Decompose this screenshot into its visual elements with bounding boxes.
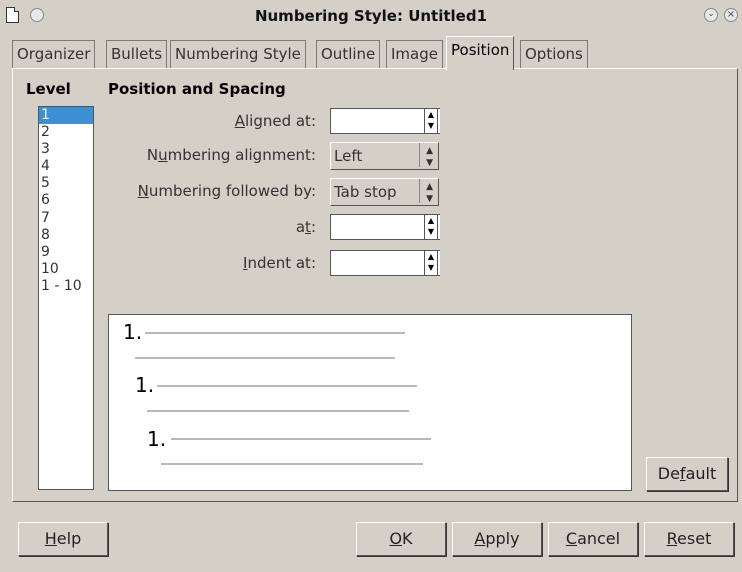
level-item-3[interactable]: 3 <box>39 141 93 158</box>
level-item-1[interactable]: 1 <box>39 107 93 125</box>
tab-outline[interactable]: Outline <box>316 40 381 68</box>
default-button[interactable]: Default <box>646 457 728 491</box>
tab-bullets[interactable]: Bullets <box>106 40 168 68</box>
indent-at-stepper[interactable]: ▲ ▼ <box>424 250 438 276</box>
cancel-button[interactable]: Cancel <box>548 522 638 556</box>
apply-button[interactable]: Apply <box>452 522 542 556</box>
preview-number-3: 1. <box>147 427 167 451</box>
at-label: at: <box>295 218 316 236</box>
level-item-8[interactable]: 8 <box>39 227 93 244</box>
preview-line <box>171 438 431 440</box>
numbering-followed-by-label: Numbering followed by: <box>137 182 316 200</box>
tab-image[interactable]: Image <box>386 40 443 68</box>
help-button[interactable]: Help <box>18 522 108 556</box>
at-stepper[interactable]: ▲ ▼ <box>424 214 438 240</box>
level-list[interactable]: 1 2 3 4 5 6 7 8 9 10 1 - 10 <box>38 106 94 490</box>
preview-number-1: 1. <box>123 320 143 344</box>
tab-numbering-style[interactable]: Numbering Style <box>170 40 306 68</box>
indent-at-label: Indent at: <box>243 254 316 272</box>
preview-line <box>157 385 417 387</box>
numbering-alignment-label: Numbering alignment: <box>146 146 316 164</box>
select-arrows-icon: ▲ ▼ <box>419 179 433 204</box>
close-icon[interactable]: × <box>724 8 738 22</box>
level-item-5[interactable]: 5 <box>39 175 93 192</box>
window-title: Numbering Style: Untitled1 <box>254 7 488 25</box>
level-item-10[interactable]: 10 <box>39 261 93 278</box>
reset-button[interactable]: Reset <box>644 522 734 556</box>
aligned-at-stepper[interactable]: ▲ ▼ <box>424 108 438 134</box>
select-arrows-icon: ▲ ▼ <box>419 143 433 168</box>
level-item-9[interactable]: 9 <box>39 244 93 261</box>
title-bar: Numbering Style: Untitled1 ⌄ × <box>0 0 742 32</box>
numbering-followed-by-select[interactable]: Tab stop ▲ ▼ <box>330 178 439 206</box>
tab-options[interactable]: Options <box>520 40 588 68</box>
level-item-6[interactable]: 6 <box>39 192 93 209</box>
numbering-alignment-select[interactable]: Left ▲ ▼ <box>330 142 439 170</box>
position-spacing-heading: Position and Spacing <box>108 80 286 98</box>
tab-position[interactable]: Position <box>446 36 515 70</box>
ok-button[interactable]: OK <box>356 522 446 556</box>
numbering-preview: 1. 1. 1. <box>108 314 632 491</box>
minimize-icon[interactable]: ⌄ <box>704 8 718 22</box>
preview-line <box>145 332 405 334</box>
tab-organizer[interactable]: Organizer <box>12 40 96 68</box>
preview-line <box>147 410 409 412</box>
level-item-4[interactable]: 4 <box>39 158 93 175</box>
preview-line <box>135 357 395 359</box>
aligned-at-label: Aligned at: <box>234 112 316 130</box>
level-heading: Level <box>26 80 71 98</box>
level-item-all[interactable]: 1 - 10 <box>39 278 93 295</box>
preview-line <box>161 463 423 465</box>
level-item-7[interactable]: 7 <box>39 210 93 227</box>
level-item-2[interactable]: 2 <box>39 124 93 141</box>
preview-number-2: 1. <box>135 373 155 397</box>
